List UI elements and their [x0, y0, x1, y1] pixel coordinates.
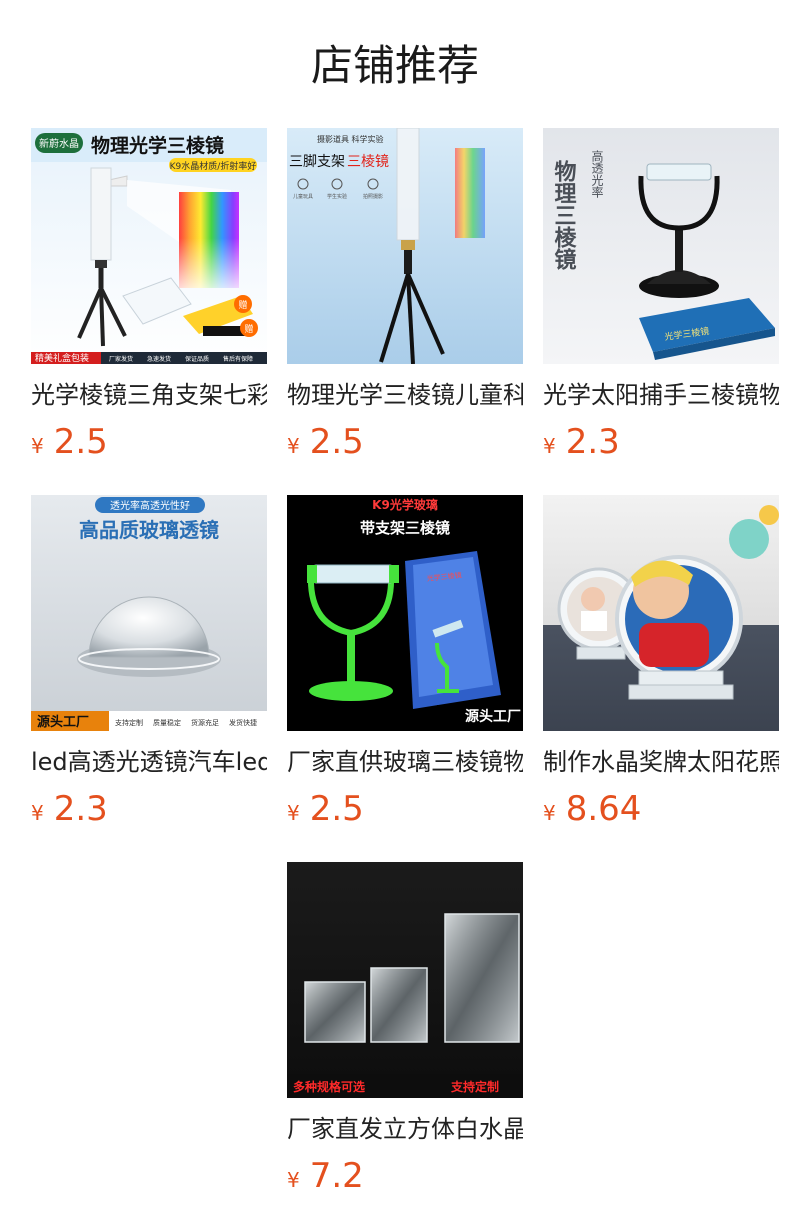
svg-text:售后有保障: 售后有保障 [223, 355, 253, 363]
brand-logo-text: 新蔚水晶 [39, 137, 79, 150]
svg-text:物理光学三棱镜: 物理光学三棱镜 [91, 134, 224, 157]
product-name[interactable]: 物理光学三棱镜儿童科 [287, 380, 523, 410]
product-card[interactable]: 透光率高透光性好 高品质玻璃透镜 源头工厂 支持定制 质量稳定 货源充足 发货快… [31, 495, 267, 829]
svg-text:源头工厂: 源头工厂 [465, 708, 521, 725]
svg-text:赠: 赠 [238, 299, 247, 311]
price-value: 8.64 [565, 789, 642, 829]
product-name[interactable]: 光学棱镜三角支架七彩 [31, 380, 267, 410]
currency-symbol: ¥ [31, 434, 44, 458]
product-price: ¥ 2.3 [543, 422, 779, 462]
page-title: 店铺推荐 [310, 41, 479, 90]
svg-text:三棱镜: 三棱镜 [347, 154, 389, 170]
product-price: ¥ 7.2 [287, 1156, 523, 1196]
svg-text:支持定制: 支持定制 [115, 718, 143, 727]
currency-symbol: ¥ [543, 801, 556, 825]
currency-symbol: ¥ [287, 1168, 300, 1192]
product-image[interactable]: 透光率高透光性好 高品质玻璃透镜 源头工厂 支持定制 质量稳定 货源充足 发货快… [31, 495, 267, 731]
svg-text:厂家发货: 厂家发货 [109, 355, 133, 363]
svg-text:多种规格可选: 多种规格可选 [293, 1079, 365, 1094]
svg-text:赠: 赠 [244, 323, 253, 335]
header: 店铺推荐 [0, 0, 790, 128]
product-name[interactable]: 制作水晶奖牌太阳花照 [543, 747, 779, 777]
product-price: ¥ 2.3 [31, 789, 267, 829]
price-value: 7.2 [309, 1156, 364, 1196]
svg-text:发货快捷: 发货快捷 [229, 718, 257, 727]
product-image[interactable]: 摄影道具 科学实验 三脚支架 三棱镜 儿童玩具 学生实验 拍照摄影 [287, 128, 523, 364]
svg-text:三脚支架: 三脚支架 [289, 154, 345, 170]
svg-text:K9水晶材质/折射率好: K9水晶材质/折射率好 [170, 160, 257, 172]
product-card[interactable]: 多种规格可选 支持定制 厂家直发立方体白水晶 ¥ 7.2 [287, 862, 523, 1196]
product-card[interactable]: 制作水晶奖牌太阳花照 ¥ 8.64 [543, 495, 779, 829]
currency-symbol: ¥ [287, 434, 300, 458]
svg-text:高品质玻璃透镜: 高品质玻璃透镜 [79, 518, 219, 542]
product-price: ¥ 2.5 [287, 422, 523, 462]
product-card[interactable]: 新蔚水晶 物理光学三棱镜 K9水晶材质/折射率好 赠 赠 精美礼盒包装 厂家发货… [31, 128, 267, 462]
product-image[interactable]: K9光学玻璃 带支架三棱镜 光学三棱镜 源头工厂 [287, 495, 523, 731]
product-price: ¥ 8.64 [543, 789, 779, 829]
price-value: 2.5 [309, 422, 364, 462]
svg-text:源头工厂: 源头工厂 [37, 714, 89, 730]
product-name[interactable]: led高透光透镜汽车led [31, 747, 267, 777]
product-card[interactable]: 物理三棱镜 高透光率 光学三棱镜 光学太阳捕手三棱镜物 ¥ 2.3 [543, 128, 779, 462]
svg-text:货源充足: 货源充足 [191, 718, 219, 727]
price-value: 2.3 [53, 789, 108, 829]
product-price: ¥ 2.5 [31, 422, 267, 462]
product-image[interactable] [543, 495, 779, 731]
product-name[interactable]: 厂家直发立方体白水晶 [287, 1114, 523, 1144]
svg-text:拍照摄影: 拍照摄影 [363, 193, 383, 200]
product-card[interactable]: K9光学玻璃 带支架三棱镜 光学三棱镜 源头工厂 厂家直供玻璃三棱镜物 ¥ 2.… [287, 495, 523, 829]
currency-symbol: ¥ [31, 801, 44, 825]
svg-text:物理三棱镜: 物理三棱镜 [551, 159, 577, 271]
svg-text:精美礼盒包装: 精美礼盒包装 [35, 352, 89, 364]
svg-text:学生实验: 学生实验 [327, 193, 347, 200]
svg-text:透光率高透光性好: 透光率高透光性好 [110, 499, 190, 512]
svg-text:摄影道具 科学实验: 摄影道具 科学实验 [317, 134, 384, 144]
product-image[interactable]: 物理三棱镜 高透光率 光学三棱镜 [543, 128, 779, 364]
svg-text:K9光学玻璃: K9光学玻璃 [372, 497, 438, 512]
currency-symbol: ¥ [543, 434, 556, 458]
price-value: 2.5 [309, 789, 364, 829]
product-price: ¥ 2.5 [287, 789, 523, 829]
svg-text:急速发货: 急速发货 [147, 355, 171, 363]
price-value: 2.3 [565, 422, 620, 462]
product-image[interactable]: 新蔚水晶 物理光学三棱镜 K9水晶材质/折射率好 赠 赠 精美礼盒包装 厂家发货… [31, 128, 267, 364]
svg-text:质量稳定: 质量稳定 [153, 718, 181, 727]
svg-text:支持定制: 支持定制 [450, 1079, 499, 1094]
product-image[interactable]: 多种规格可选 支持定制 [287, 862, 523, 1098]
svg-text:高透光率: 高透光率 [590, 149, 604, 198]
price-value: 2.5 [53, 422, 108, 462]
svg-text:保证品质: 保证品质 [185, 355, 209, 363]
currency-symbol: ¥ [287, 801, 300, 825]
svg-text:儿童玩具: 儿童玩具 [293, 193, 313, 200]
product-card[interactable]: 摄影道具 科学实验 三脚支架 三棱镜 儿童玩具 学生实验 拍照摄影 物理光学三棱… [287, 128, 523, 462]
product-name[interactable]: 光学太阳捕手三棱镜物 [543, 380, 779, 410]
svg-text:带支架三棱镜: 带支架三棱镜 [360, 519, 450, 537]
product-name[interactable]: 厂家直供玻璃三棱镜物 [287, 747, 523, 777]
